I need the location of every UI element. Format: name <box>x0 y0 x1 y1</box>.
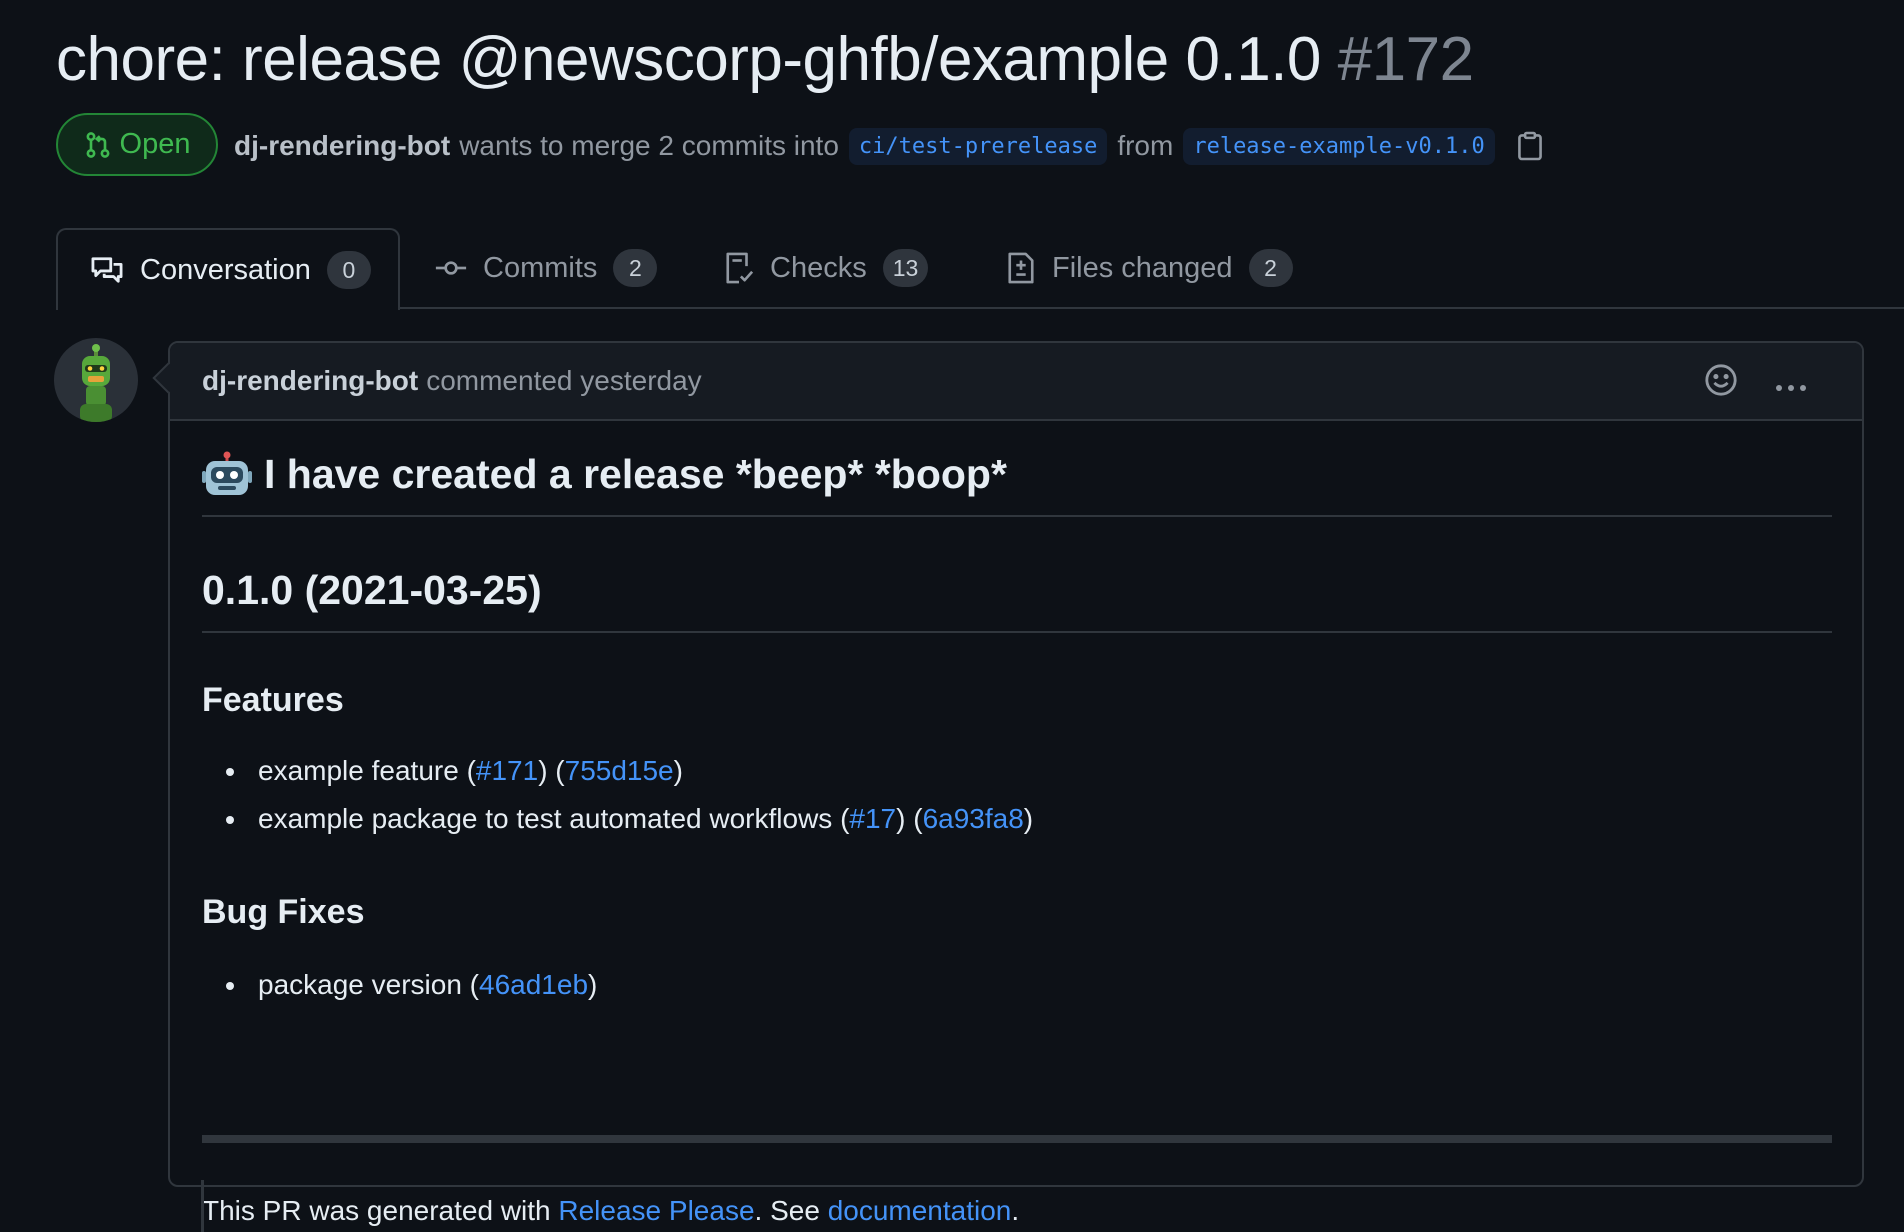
tab-conversation-label: Conversation <box>140 253 311 286</box>
tab-files-changed[interactable]: Files changed 2 <box>1006 228 1293 308</box>
list-item-end: ) <box>588 969 598 1000</box>
list-item-end: ) <box>673 755 683 786</box>
tab-checks-label: Checks <box>770 251 867 284</box>
tab-checks-count: 13 <box>882 249 929 287</box>
features-heading: Features <box>202 681 344 719</box>
pr-link[interactable]: #17 <box>849 803 896 834</box>
pr-title-text: chore: release @newscorp-ghfb/example 0.… <box>56 25 1321 94</box>
comment-box: dj-rendering-bot commented yesterday I h… <box>168 341 1864 1226</box>
list-item: package version (46ad1eb) <box>202 961 597 1009</box>
bug-fixes-list: package version (46ad1eb) <box>202 961 597 1009</box>
bug-fixes-heading: Bug Fixes <box>202 893 365 931</box>
pr-tabs: Conversation 0 Commits 2 Checks 13 Files… <box>56 228 1904 310</box>
robot-emoji-icon <box>202 451 252 511</box>
avatar[interactable] <box>54 338 138 422</box>
copy-icon[interactable] <box>1517 131 1543 161</box>
list-item-separator: ) ( <box>538 755 565 786</box>
timeline-line <box>201 1180 204 1232</box>
tab-commits-label: Commits <box>483 251 598 284</box>
head-branch[interactable]: release-example-v0.1.0 <box>1183 127 1495 165</box>
pr-link[interactable]: #171 <box>476 755 538 786</box>
file-diff-icon <box>1006 251 1036 285</box>
section-divider <box>202 1135 1832 1143</box>
comment-actions <box>1704 363 1808 404</box>
pr-number: #172 <box>1337 25 1474 94</box>
from-text: from <box>1117 130 1174 161</box>
git-commit-icon <box>435 253 467 283</box>
list-item: example package to test automated workfl… <box>202 795 1033 843</box>
release-heading: I have created a release *beep* *boop* <box>202 451 1832 517</box>
generated-note-prefix: This PR was generated with <box>202 1195 559 1226</box>
comment-meta[interactable]: commented yesterday <box>426 365 701 397</box>
list-item-text: example package to test automated workfl… <box>258 803 850 834</box>
tab-commits[interactable]: Commits 2 <box>435 228 658 308</box>
version-heading: 0.1.0 (2021-03-25) <box>202 567 1832 633</box>
release-please-link[interactable]: Release Please <box>558 1195 754 1226</box>
list-item-end: ) <box>1023 803 1034 834</box>
base-branch[interactable]: ci/test-prerelease <box>848 127 1108 165</box>
release-heading-text: I have created a release *beep* *boop* <box>264 451 1007 497</box>
tab-conversation-count: 0 <box>326 251 371 289</box>
commit-link[interactable]: 6a93fa8 <box>923 803 1024 834</box>
tab-files-changed-label: Files changed <box>1052 251 1233 284</box>
commit-link[interactable]: 755d15e <box>565 755 674 786</box>
generated-note-middle: . See <box>754 1195 828 1226</box>
pr-state-badge: Open <box>56 113 218 176</box>
commit-link[interactable]: 46ad1eb <box>479 969 588 1000</box>
features-list: example feature (#171) (755d15e) example… <box>202 747 1033 843</box>
comment-author-link[interactable]: dj-rendering-bot <box>202 365 418 397</box>
generated-note-suffix: . <box>1011 1195 1020 1226</box>
pr-state-label: Open <box>119 128 191 160</box>
git-pull-request-icon <box>84 130 112 160</box>
smiley-icon[interactable] <box>1704 363 1738 404</box>
tab-files-changed-count: 2 <box>1248 249 1293 287</box>
generated-note: This PR was generated with Release Pleas… <box>202 1195 1019 1227</box>
list-item-text: example feature ( <box>258 755 476 786</box>
comment-discussion-icon <box>90 255 124 285</box>
tab-checks[interactable]: Checks 13 <box>724 228 929 308</box>
list-item-separator: ) ( <box>896 803 923 834</box>
list-item-text: package version ( <box>258 969 480 1000</box>
merge-summary: dj-rendering-bot wants to merge 2 commit… <box>234 124 1543 168</box>
pr-author-link[interactable]: dj-rendering-bot <box>234 130 450 162</box>
documentation-link[interactable]: documentation <box>828 1195 1012 1226</box>
pr-title: chore: release @newscorp-ghfb/example 0.… <box>56 22 1474 98</box>
checklist-icon <box>724 251 754 285</box>
kebab-horizontal-icon[interactable] <box>1774 368 1808 400</box>
comment-header: dj-rendering-bot commented yesterday <box>170 343 1862 421</box>
tab-commits-count: 2 <box>613 249 658 287</box>
list-item: example feature (#171) (755d15e) <box>202 747 1033 795</box>
merge-text: wants to merge 2 commits into <box>459 130 839 161</box>
tab-conversation[interactable]: Conversation 0 <box>56 228 400 310</box>
